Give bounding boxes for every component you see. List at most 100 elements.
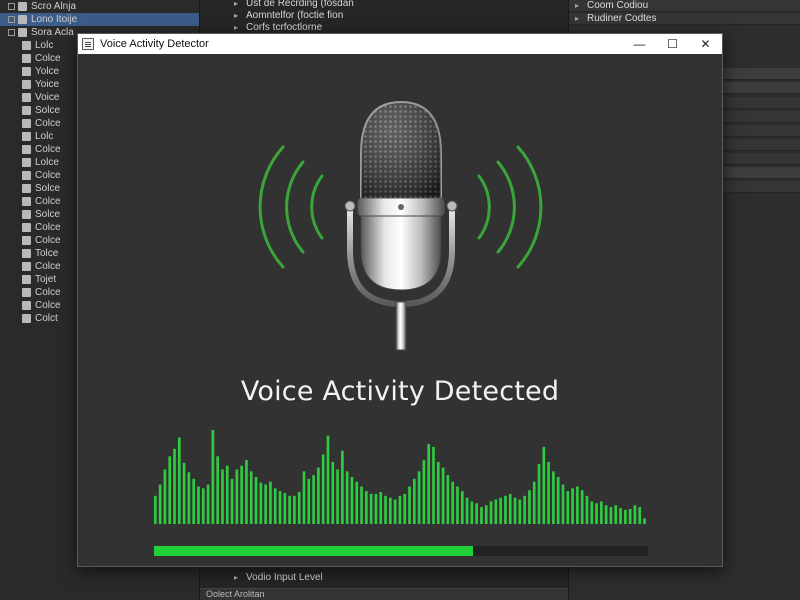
- waveform-bar: [360, 486, 363, 524]
- tree-item-label: Colct: [35, 313, 58, 324]
- waveform-bar: [417, 471, 421, 524]
- tree-item-label: Solce: [35, 209, 61, 220]
- object-icon: [18, 27, 27, 37]
- object-icon: [22, 157, 31, 167]
- waveform-bar: [379, 492, 383, 524]
- waveform-bar: [446, 475, 450, 524]
- tree-item-label: Sora Acla: [31, 27, 74, 38]
- waveform-bar: [350, 477, 354, 524]
- tree-item[interactable]: Lono Itoije: [0, 13, 199, 26]
- waveform-bar: [259, 482, 263, 524]
- waveform-bar: [580, 490, 584, 524]
- waveform-bar: [590, 501, 594, 524]
- waveform-bar: [628, 508, 632, 524]
- editor-line: Aomntelfor (foctie fion: [234, 10, 343, 21]
- waveform-bar: [614, 505, 618, 524]
- waveform-bar: [177, 437, 181, 524]
- waveform-bar: [230, 478, 234, 524]
- waveform-bar: [542, 446, 546, 524]
- waveform-bar: [374, 493, 378, 524]
- waveform-bar: [269, 481, 272, 524]
- object-icon: [22, 144, 31, 154]
- object-icon: [22, 274, 31, 284]
- editor-line: Corfs tcrfoctlorne: [234, 22, 322, 33]
- object-icon: [22, 40, 31, 50]
- object-icon: [22, 118, 31, 128]
- waveform-bar: [600, 501, 603, 524]
- maximize-button[interactable]: ☐: [656, 34, 689, 54]
- microphone-icon: [344, 100, 458, 351]
- waveform-bar: [336, 469, 339, 524]
- expand-toggle-icon[interactable]: [8, 2, 15, 10]
- tree-item-label: Colce: [35, 144, 61, 155]
- dialog-title: Voice Activity Detector: [100, 38, 209, 50]
- tree-item-label: Voice: [35, 92, 60, 103]
- waveform-bar: [216, 456, 219, 524]
- microphone-graphic: [258, 100, 543, 351]
- expand-toggle-icon[interactable]: [8, 15, 15, 23]
- tree-item-label: Colce: [35, 261, 61, 272]
- object-icon: [22, 209, 31, 219]
- expand-arrow-icon[interactable]: ▸: [575, 1, 579, 10]
- tree-item-label: Colce: [35, 300, 61, 311]
- waveform-bar: [585, 495, 589, 524]
- object-icon: [22, 300, 31, 310]
- tree-item[interactable]: Scro Alnja: [0, 0, 199, 13]
- waveform-bar: [355, 481, 359, 524]
- minimize-button[interactable]: —: [623, 34, 656, 54]
- tree-item-label: Colce: [35, 235, 61, 246]
- tree-item-label: Colce: [35, 196, 61, 207]
- voice-level-meter: [154, 546, 648, 556]
- status-label: Voice Activity Detected: [240, 376, 560, 407]
- app-icon: [82, 38, 94, 50]
- object-icon: [22, 53, 31, 63]
- waveform-bar: [451, 481, 454, 524]
- object-icon: [22, 79, 31, 89]
- tree-item-label: Lolc: [35, 131, 54, 142]
- object-icon: [22, 131, 31, 141]
- waveform-bar: [206, 484, 210, 524]
- waveform-bar: [240, 465, 243, 524]
- waveform-bar: [163, 469, 167, 524]
- waveform-bar: [168, 456, 172, 524]
- waveform-bar: [173, 448, 176, 524]
- waveform-bar: [638, 507, 642, 524]
- property-row[interactable]: ▸ Rudiner Codtes: [569, 13, 800, 25]
- object-icon: [22, 105, 31, 115]
- object-icon: [18, 1, 27, 11]
- waveform-bar: [389, 497, 392, 524]
- object-icon: [22, 261, 31, 271]
- waveform-bar: [245, 460, 248, 524]
- waveform-bar: [365, 491, 368, 524]
- waveform-bar: [398, 495, 402, 524]
- waveform-bar: [456, 486, 459, 524]
- waveform-bar: [537, 463, 541, 524]
- waveform-visualizer: [154, 430, 646, 524]
- waveform-bar: [187, 472, 191, 524]
- signal-waves-left-icon: [258, 145, 324, 269]
- waveform-bar: [307, 478, 311, 524]
- waveform-bar: [499, 497, 502, 524]
- tree-item-label: Lono Itoije: [31, 14, 78, 25]
- waveform-bar: [595, 503, 598, 524]
- dialog-titlebar[interactable]: Voice Activity Detector — ☐ ✕: [78, 34, 722, 54]
- waveform-bar: [518, 499, 522, 524]
- waveform-bar: [427, 444, 431, 524]
- expand-toggle-icon[interactable]: [8, 28, 15, 36]
- waveform-bar: [436, 461, 440, 524]
- waveform-bar: [561, 484, 565, 524]
- waveform-bar: [528, 490, 531, 524]
- waveform-bar: [312, 475, 315, 524]
- close-button[interactable]: ✕: [689, 34, 722, 54]
- property-row[interactable]: ▸ Coom Codiou: [569, 0, 800, 12]
- expand-arrow-icon[interactable]: ▸: [575, 14, 579, 23]
- waveform-bar: [494, 499, 498, 524]
- waveform-bar: [293, 495, 296, 524]
- tree-item-label: Yoice: [35, 79, 60, 90]
- tree-item-label: Solce: [35, 105, 61, 116]
- waveform-bar: [576, 486, 579, 524]
- waveform-bar: [249, 471, 253, 524]
- waveform-bar: [547, 461, 550, 524]
- waveform-bar: [643, 518, 646, 524]
- waveform-bar: [460, 491, 464, 524]
